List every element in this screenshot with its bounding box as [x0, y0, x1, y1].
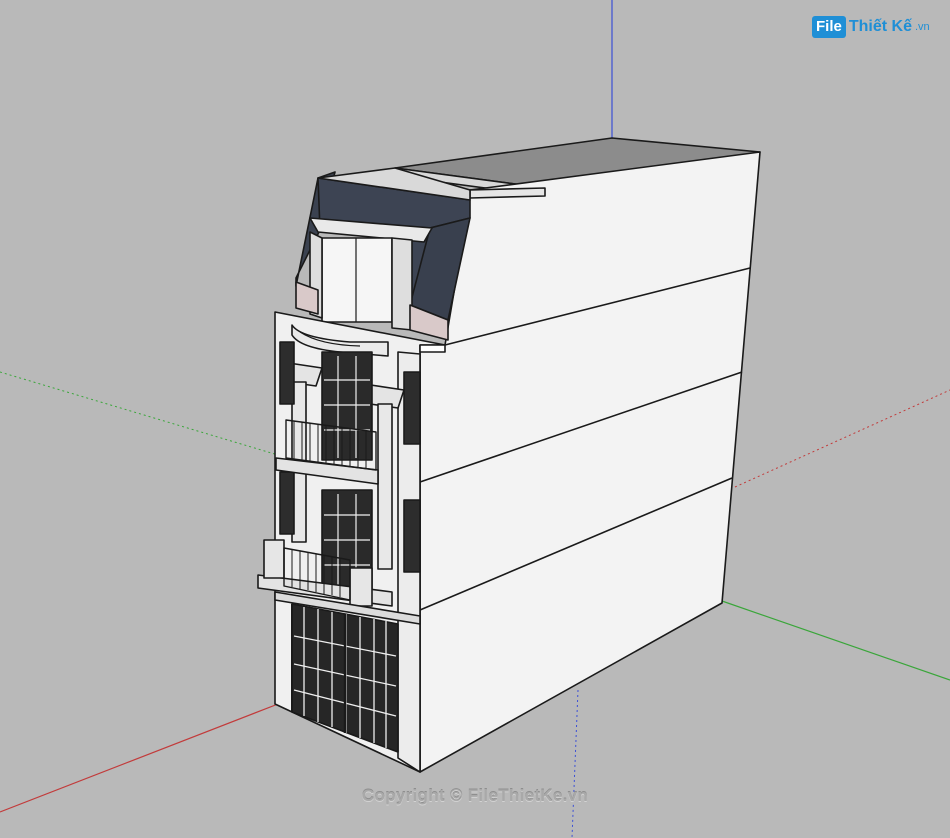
green-axis-solid	[721, 600, 950, 681]
window-right-3	[403, 371, 421, 445]
logo-text: Thiết Kế	[848, 18, 912, 35]
side-wall	[419, 151, 761, 773]
window-left-2	[279, 471, 295, 535]
door-floor-3	[321, 351, 373, 461]
filethietke-logo: File Thiết Kế .vn	[812, 14, 930, 40]
building[interactable]	[257, 137, 761, 773]
copyright-watermark: Copyright © FileThietKe.vn	[361, 786, 589, 805]
logo-badge: File	[812, 16, 846, 38]
dormer-right-pier	[391, 237, 413, 331]
red-axis-dotted	[734, 389, 950, 488]
blue-axis-down	[571, 689, 579, 838]
green-axis-dotted	[0, 371, 279, 456]
attic-wall	[469, 187, 546, 199]
3d-scene[interactable]	[0, 0, 950, 838]
window-left-3	[279, 341, 295, 405]
logo-suffix: .vn	[914, 21, 930, 33]
balcony-2-pillar-right	[349, 567, 373, 607]
column-right	[377, 403, 393, 570]
window-right-2	[403, 499, 421, 573]
dormer-opening	[321, 237, 393, 323]
balcony-2-pillar-left	[263, 539, 285, 579]
model-viewport[interactable]	[0, 0, 950, 838]
front-edge	[419, 344, 446, 353]
